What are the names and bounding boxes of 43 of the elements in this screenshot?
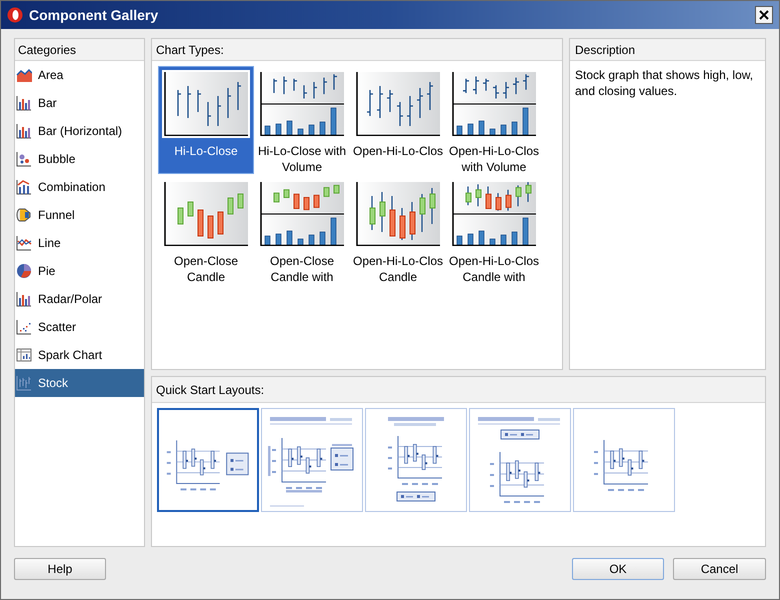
- panel-heading: Quick Start Layouts:: [156, 382, 264, 399]
- chart-type-tile[interactable]: Open-Hi-Lo-Clos with Volume: [446, 66, 542, 174]
- category-item[interactable]: Area: [15, 61, 144, 89]
- close-button[interactable]: [755, 6, 773, 24]
- category-item[interactable]: Bar: [15, 89, 144, 117]
- panel-heading: Chart Types:: [156, 42, 224, 58]
- funnel-chart-icon: [16, 207, 32, 223]
- chart-type-tile[interactable]: Open-Close Candle: [158, 176, 254, 284]
- scatter-chart-icon: [16, 319, 32, 335]
- category-item[interactable]: Funnel: [15, 201, 144, 229]
- dialog-button[interactable]: OK: [572, 558, 664, 580]
- category-item[interactable]: Scatter: [15, 313, 144, 341]
- pie-chart-icon: [16, 263, 32, 279]
- bubble-chart-icon: [16, 151, 32, 167]
- window-title: Component Gallery: [29, 6, 160, 25]
- stock-chart-icon: [16, 375, 32, 391]
- bar-chart-icon: [16, 123, 32, 139]
- category-item[interactable]: Line: [15, 229, 144, 257]
- category-item[interactable]: Bar (Horizontal): [15, 117, 144, 145]
- combination-chart-icon: [16, 179, 32, 195]
- dialog-button[interactable]: Cancel: [673, 558, 766, 580]
- chart-type-tile[interactable]: Hi-Lo-Close: [158, 66, 254, 174]
- category-item[interactable]: Combination: [15, 173, 144, 201]
- bar-chart-icon: [16, 95, 32, 111]
- category-item[interactable]: Stock: [15, 369, 144, 397]
- description-text: Stock graph that shows high, low, and closing values.: [574, 67, 754, 99]
- bar-chart-icon: [16, 291, 32, 307]
- category-item[interactable]: Bubble: [15, 145, 144, 173]
- close-icon: [759, 10, 769, 20]
- app-logo-icon: [7, 7, 23, 23]
- panel-heading: Description: [575, 42, 636, 58]
- chart-type-tile[interactable]: Hi-Lo-Close with Volume: [254, 66, 350, 174]
- chart-type-tile[interactable]: Open-Hi-Lo-Clos Candle with: [446, 176, 542, 284]
- category-item[interactable]: Radar/Polar: [15, 285, 144, 313]
- line-chart-icon: [16, 235, 32, 251]
- chart-type-tile[interactable]: Open-Hi-Lo-Clos: [350, 66, 446, 174]
- dialog-button[interactable]: Help: [14, 558, 106, 580]
- chart-type-tile[interactable]: Open-Close Candle with: [254, 176, 350, 284]
- chart-type-tile[interactable]: Open-Hi-Lo-Clos Candle: [350, 176, 446, 284]
- area-chart-icon: [16, 67, 32, 83]
- category-item[interactable]: Pie: [15, 257, 144, 285]
- panel-heading: Categories: [18, 42, 76, 58]
- category-item[interactable]: Spark Chart: [15, 341, 144, 369]
